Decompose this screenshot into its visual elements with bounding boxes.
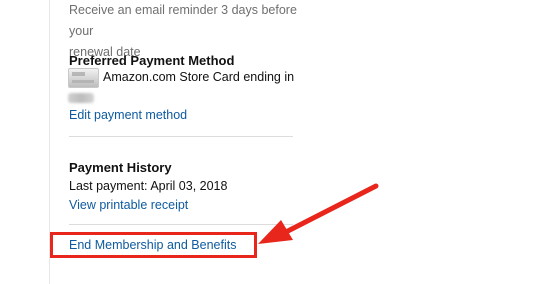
annotation-arrow-icon <box>258 183 379 244</box>
